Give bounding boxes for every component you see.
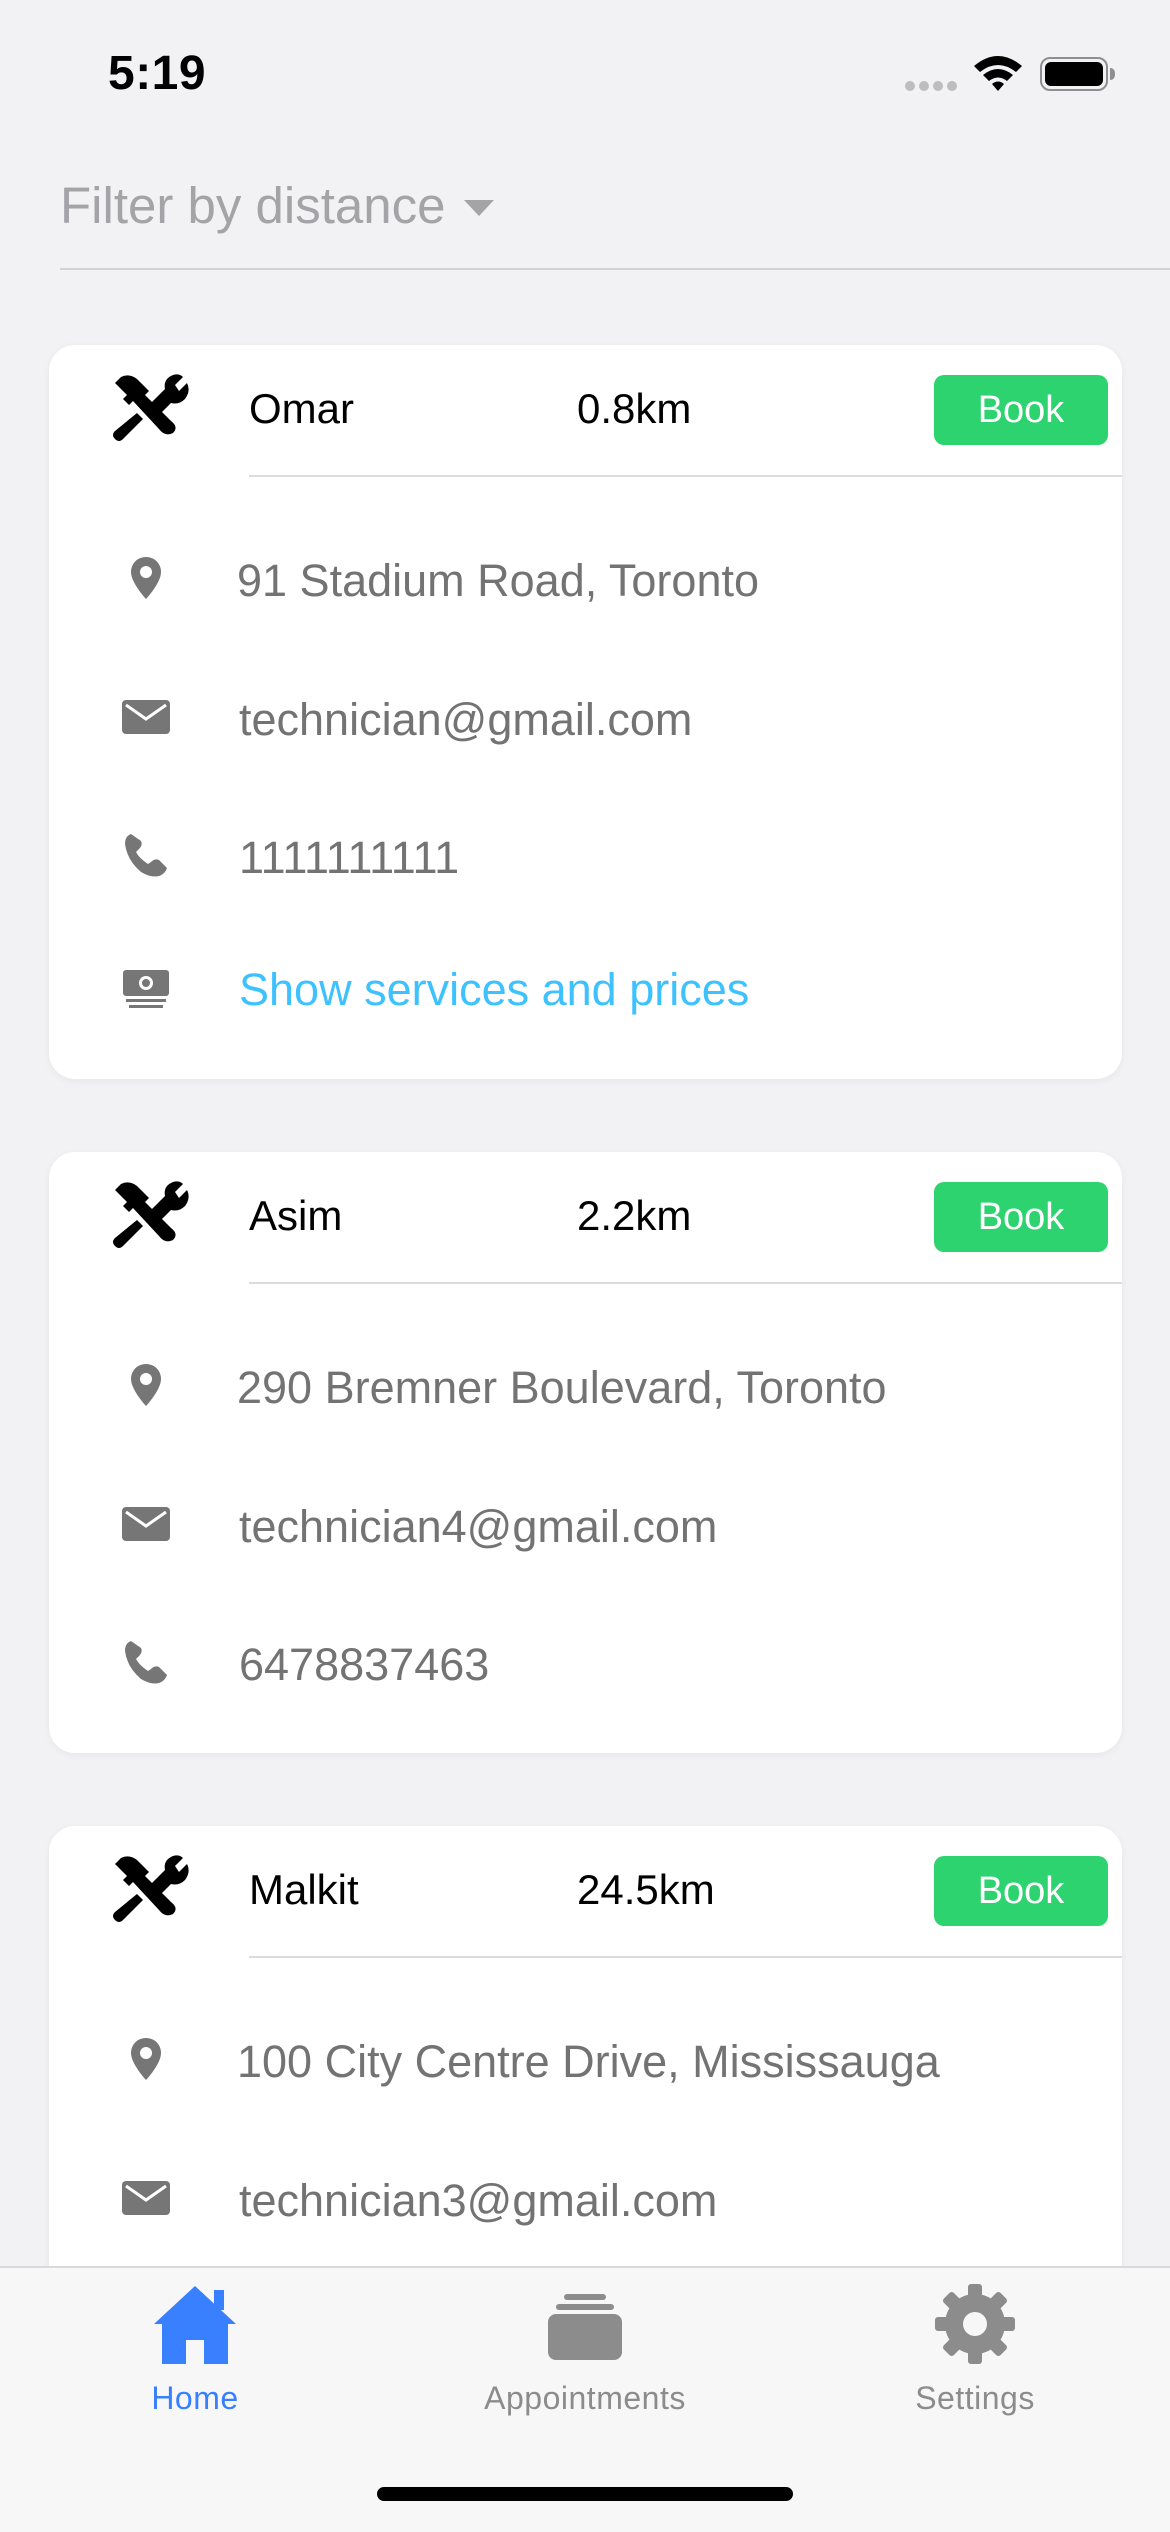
home-indicator xyxy=(377,2487,793,2501)
book-button[interactable]: Book xyxy=(934,1856,1108,1926)
technician-distance: 0.8km xyxy=(577,385,692,432)
address-row: 100 City Centre Drive, Mississauga xyxy=(121,2026,1101,2096)
filter-label: Filter by distance xyxy=(60,177,446,234)
status-bar: 5:19 xyxy=(0,0,1170,140)
email-row: technician3@gmail.com xyxy=(121,2165,1101,2235)
cash-icon xyxy=(121,962,171,1012)
email-row: technician@gmail.com xyxy=(121,684,1101,754)
technician-email: technician4@gmail.com xyxy=(239,1501,718,1552)
divider xyxy=(249,1282,1122,1284)
location-pin-icon xyxy=(121,2034,171,2084)
technician-email: technician@gmail.com xyxy=(239,694,693,745)
technician-card: Omar 0.8km Book 91 Stadium Road, Toronto… xyxy=(49,345,1122,1079)
location-pin-icon xyxy=(121,1360,171,1410)
tab-label: Settings xyxy=(915,2380,1035,2416)
cellular-signal-icon xyxy=(905,81,957,91)
home-icon xyxy=(154,2286,236,2364)
address-row: 290 Bremner Boulevard, Toronto xyxy=(121,1352,1101,1422)
phone-icon xyxy=(121,1637,171,1687)
location-pin-icon xyxy=(121,553,171,603)
filter-by-distance-select[interactable]: Filter by distance xyxy=(60,170,1170,270)
phone-row: 6478837463 xyxy=(121,1629,1101,1699)
divider xyxy=(249,1956,1122,1958)
mail-icon xyxy=(121,2173,171,2223)
mail-icon xyxy=(121,1499,171,1549)
book-button[interactable]: Book xyxy=(934,375,1108,445)
technician-phone: 1111111111 xyxy=(239,832,460,883)
tab-home[interactable]: Home xyxy=(0,2268,390,2448)
tools-icon xyxy=(107,1854,191,1926)
address-row: 91 Stadium Road, Toronto xyxy=(121,545,1101,615)
caret-down-icon xyxy=(464,200,494,216)
tab-label: Appointments xyxy=(484,2380,686,2416)
technician-phone: 6478837463 xyxy=(239,1639,490,1690)
tools-icon xyxy=(107,1180,191,1252)
technician-email: technician3@gmail.com xyxy=(239,2175,718,2226)
appointments-icon xyxy=(548,2294,622,2360)
tab-appointments[interactable]: Appointments xyxy=(390,2268,780,2448)
technician-distance: 24.5km xyxy=(577,1866,715,1913)
technician-address: 91 Stadium Road, Toronto xyxy=(237,555,760,606)
technician-address: 290 Bremner Boulevard, Toronto xyxy=(237,1362,887,1413)
gear-icon xyxy=(935,2284,1015,2364)
tools-icon xyxy=(107,373,191,445)
mail-icon xyxy=(121,692,171,742)
book-button[interactable]: Book xyxy=(934,1182,1108,1252)
technician-name: Asim xyxy=(249,1192,343,1239)
wifi-icon xyxy=(974,56,1022,91)
show-services-link[interactable]: Show services and prices xyxy=(239,964,749,1016)
divider xyxy=(249,475,1122,477)
tab-settings[interactable]: Settings xyxy=(780,2268,1170,2448)
services-row: Show services and prices xyxy=(121,954,1101,1024)
technician-card: Asim 2.2km Book 290 Bremner Boulevard, T… xyxy=(49,1152,1122,1753)
technician-distance: 2.2km xyxy=(577,1192,692,1239)
tab-label: Home xyxy=(151,2380,239,2416)
email-row: technician4@gmail.com xyxy=(121,1491,1101,1561)
phone-icon xyxy=(121,830,171,880)
technician-name: Omar xyxy=(249,385,354,432)
battery-icon xyxy=(1040,57,1115,91)
phone-row: 1111111111 xyxy=(121,822,1101,892)
technician-address: 100 City Centre Drive, Mississauga xyxy=(237,2036,940,2087)
technician-name: Malkit xyxy=(249,1866,359,1913)
status-time: 5:19 xyxy=(108,47,207,100)
